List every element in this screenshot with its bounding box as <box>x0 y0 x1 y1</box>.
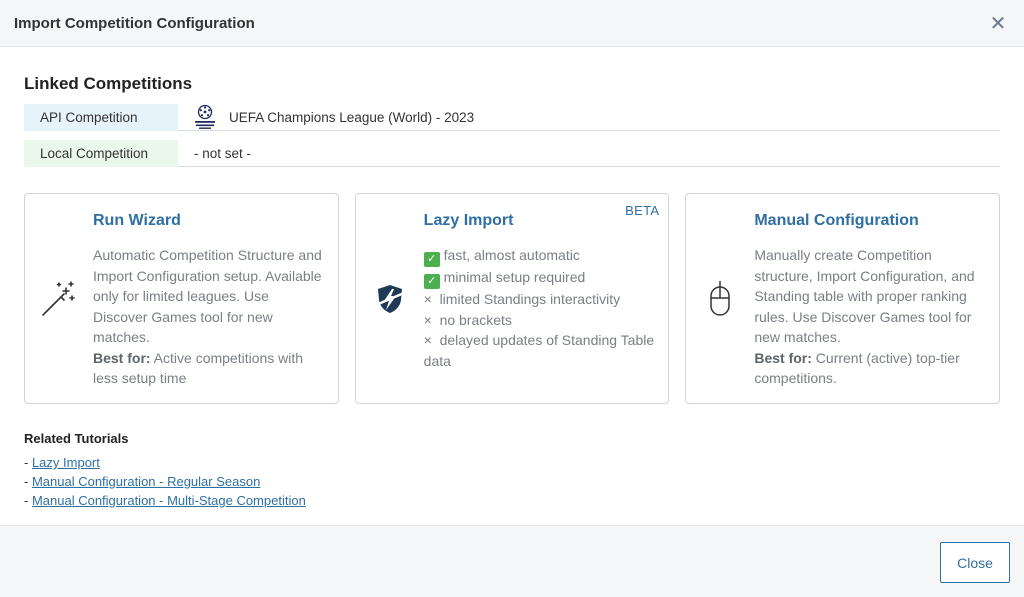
api-competition-value: UEFA Champions League (World) - 2023 <box>178 104 474 131</box>
tutorial-item: - Lazy Import <box>24 453 1000 472</box>
run-wizard-title[interactable]: Run Wizard <box>93 212 324 232</box>
champions-league-logo-icon <box>194 104 216 130</box>
local-competition-value: - not set - <box>194 145 252 161</box>
cross-icon: × <box>423 291 432 307</box>
magic-wand-icon <box>39 279 79 319</box>
feature-text: delayed updates of Standing Table data <box>423 332 655 369</box>
manual-configuration-description: Manually create Competition structure, I… <box>754 245 985 389</box>
related-tutorials: Related Tutorials - Lazy Import - Manual… <box>24 431 1000 510</box>
feature-item: × limited Standings interactivity <box>424 289 655 310</box>
check-icon: ✓ <box>423 252 440 267</box>
import-config-modal: Import Competition Configuration ✕ Linke… <box>0 0 1024 597</box>
local-competition-label: Local Competition <box>24 139 178 167</box>
modal-body: Linked Competitions API Competition UEFA… <box>0 74 1024 510</box>
lazy-import-features: ✓ fast, almost automatic ✓ minimal setup r… <box>423 245 655 371</box>
cross-icon: × <box>423 332 432 348</box>
tutorial-item: - Manual Configuration - Regular Season <box>24 472 1000 491</box>
feature-text: no brackets <box>439 311 512 328</box>
feature-item: × no brackets <box>424 310 655 331</box>
related-tutorials-title: Related Tutorials <box>24 431 129 446</box>
cross-icon: × <box>423 311 432 328</box>
run-wizard-card[interactable]: Run Wizard Automatic Competition Structu… <box>24 193 339 404</box>
local-competition-row: Local Competition - not set - <box>24 139 1000 167</box>
tutorial-bullet: - <box>24 493 32 508</box>
feature-text: minimal setup required <box>443 269 586 285</box>
lazy-import-title[interactable]: Lazy Import <box>424 212 655 232</box>
modal-title: Import Competition Configuration <box>14 14 255 32</box>
tutorial-item: - Manual Configuration - Multi-Stage Com… <box>24 491 1000 510</box>
linked-competitions-title: Linked Competitions <box>24 74 193 93</box>
check-icon: ✓ <box>423 274 440 289</box>
feature-text: limited Standings interactivity <box>439 291 621 307</box>
lazy-import-card[interactable]: BETA Lazy Import ✓ fast, almost automatic… <box>354 193 670 404</box>
manual-configuration-title[interactable]: Manual Configuration <box>754 212 985 232</box>
mouse-icon <box>700 279 740 319</box>
api-competition-label: API Competition <box>24 103 178 131</box>
modal-header: Import Competition Configuration ✕ <box>0 0 1024 47</box>
api-competition-row: API Competition UEFA Champions League (W… <box>24 103 1000 131</box>
tutorial-link-lazy-import[interactable]: Lazy Import <box>32 455 100 470</box>
linked-competitions-table: API Competition UEFA Champions League (W… <box>24 103 1000 167</box>
close-button[interactable]: Close <box>940 542 1010 583</box>
tutorial-link-regular-season[interactable]: Manual Configuration - Regular Season <box>32 474 260 489</box>
tutorial-bullet: - <box>24 474 32 489</box>
manual-configuration-content: Manual Configuration Manually create Com… <box>754 212 985 389</box>
manual-configuration-text: Manually create Competition structure, I… <box>754 247 975 345</box>
run-wizard-description: Automatic Competition Structure and Impo… <box>93 245 324 389</box>
close-icon[interactable]: ✕ <box>988 13 1008 35</box>
feature-text: fast, almost automatic <box>443 247 580 263</box>
api-competition-name: UEFA Champions League (World) - 2023 <box>229 109 475 125</box>
manual-configuration-card[interactable]: Manual Configuration Manually create Com… <box>685 193 1001 404</box>
run-wizard-best-label: Best for: <box>93 349 151 366</box>
feature-item: ✓ fast, almost automatic <box>423 245 655 267</box>
tutorial-link-multi-stage[interactable]: Manual Configuration - Multi-Stage Compe… <box>32 493 306 508</box>
run-wizard-content: Run Wizard Automatic Competition Structu… <box>93 212 324 389</box>
import-options: Run Wizard Automatic Competition Structu… <box>24 193 1001 404</box>
lazy-import-content: Lazy Import ✓ fast, almost automatic ✓ min… <box>423 212 655 371</box>
tutorial-bullet: - <box>24 455 32 470</box>
feature-item: ✓ minimal setup required <box>423 267 655 289</box>
shield-bolt-icon <box>370 279 410 319</box>
modal-footer: Close <box>0 525 1024 597</box>
manual-configuration-best-label: Best for: <box>754 349 812 366</box>
feature-item: × delayed updates of Standing Table data <box>424 330 655 371</box>
run-wizard-text: Automatic Competition Structure and Impo… <box>93 247 322 345</box>
